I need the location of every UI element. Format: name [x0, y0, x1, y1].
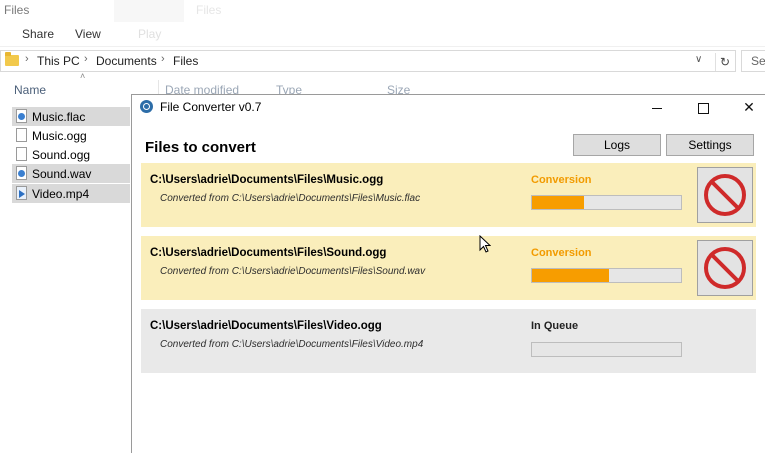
explorer-ribbon: Share View Play — [0, 22, 765, 44]
job-progress-bar — [531, 268, 682, 283]
file-name: Video.mp4 — [32, 187, 90, 201]
conversion-job-row: C:\Users\adrie\Documents\Files\Video.ogg… — [141, 309, 756, 373]
column-header-name[interactable]: Name — [14, 83, 46, 97]
chevron-right-icon: › — [25, 53, 29, 65]
ribbon-tab-share[interactable]: Share — [22, 27, 54, 41]
file-icon — [16, 128, 27, 142]
file-name: Sound.wav — [32, 167, 92, 181]
job-source-path: Converted from C:\Users\adrie\Documents\… — [160, 193, 421, 204]
file-name: Music.flac — [32, 110, 86, 124]
explorer-title-faint: Files — [196, 3, 222, 17]
chevron-right-icon: › — [84, 53, 88, 65]
job-progress-fill — [532, 196, 584, 209]
folder-icon — [5, 52, 19, 66]
window-title: File Converter v0.7 — [160, 100, 262, 114]
close-icon: ✕ — [743, 99, 755, 115]
job-output-path: C:\Users\adrie\Documents\Files\Music.ogg — [150, 174, 384, 186]
job-progress-bar — [531, 342, 682, 357]
job-output-path: C:\Users\adrie\Documents\Files\Sound.ogg — [150, 247, 387, 259]
job-source-path: Converted from C:\Users\adrie\Documents\… — [160, 339, 424, 350]
cancel-icon — [704, 174, 746, 216]
app-icon — [140, 100, 153, 113]
ribbon-tab-play[interactable]: Play — [138, 27, 161, 41]
chevron-right-icon: › — [161, 53, 165, 65]
minimize-button[interactable] — [634, 95, 680, 119]
logs-button[interactable]: Logs — [573, 134, 661, 156]
breadcrumb-files[interactable]: Files — [173, 54, 198, 68]
maximize-icon — [697, 102, 709, 114]
file-name: Music.ogg — [32, 129, 87, 143]
file-converter-window: File Converter v0.7 ✕ Files to convert L… — [131, 94, 765, 453]
minimize-icon — [652, 107, 662, 109]
ribbon-tab-view[interactable]: View — [75, 27, 101, 41]
job-progress-fill — [532, 269, 609, 282]
file-icon — [16, 147, 27, 161]
job-status: Conversion — [531, 174, 592, 186]
file-row[interactable]: Music.flac — [12, 107, 130, 126]
settings-button[interactable]: Settings — [666, 134, 754, 156]
audio-file-icon — [16, 109, 27, 123]
file-row[interactable]: Music.ogg — [12, 126, 130, 145]
conversion-job-row: C:\Users\adrie\Documents\Files\Music.ogg… — [141, 163, 756, 227]
search-placeholder: Se — [751, 54, 765, 68]
converter-titlebar[interactable]: File Converter v0.7 ✕ — [132, 95, 765, 119]
file-row[interactable]: Sound.ogg — [12, 145, 130, 164]
cancel-conversion-button[interactable] — [697, 167, 753, 223]
breadcrumb-documents[interactable]: Documents — [96, 54, 157, 68]
conversion-job-row: C:\Users\adrie\Documents\Files\Sound.ogg… — [141, 236, 756, 300]
file-name: Sound.ogg — [32, 148, 91, 162]
maximize-button[interactable] — [680, 95, 726, 119]
file-row[interactable]: Sound.wav — [12, 164, 130, 183]
video-file-icon — [16, 186, 27, 200]
job-source-path: Converted from C:\Users\adrie\Documents\… — [160, 266, 426, 277]
cancel-icon — [704, 247, 746, 289]
cancel-conversion-button[interactable] — [697, 240, 753, 296]
search-input[interactable]: Se — [741, 50, 765, 72]
job-status: Conversion — [531, 247, 592, 259]
address-row: › This PC › Documents › Files ∨ ↻ Se — [0, 46, 765, 75]
mouse-cursor-icon — [479, 235, 491, 253]
address-bar[interactable]: › This PC › Documents › Files ∨ ↻ — [0, 50, 736, 72]
page-title: Files to convert — [145, 139, 256, 156]
job-output-path: C:\Users\adrie\Documents\Files\Video.ogg — [150, 320, 382, 332]
explorer-title: Files — [4, 3, 30, 17]
job-status: In Queue — [531, 320, 579, 332]
refresh-icon[interactable]: ↻ — [715, 53, 734, 71]
chevron-down-icon[interactable]: ∨ — [695, 54, 702, 65]
file-row[interactable]: Video.mp4 — [12, 184, 130, 203]
job-progress-bar — [531, 195, 682, 210]
close-button[interactable]: ✕ — [726, 95, 765, 119]
breadcrumb-this-pc[interactable]: This PC — [37, 54, 80, 68]
audio-file-icon — [16, 166, 27, 180]
